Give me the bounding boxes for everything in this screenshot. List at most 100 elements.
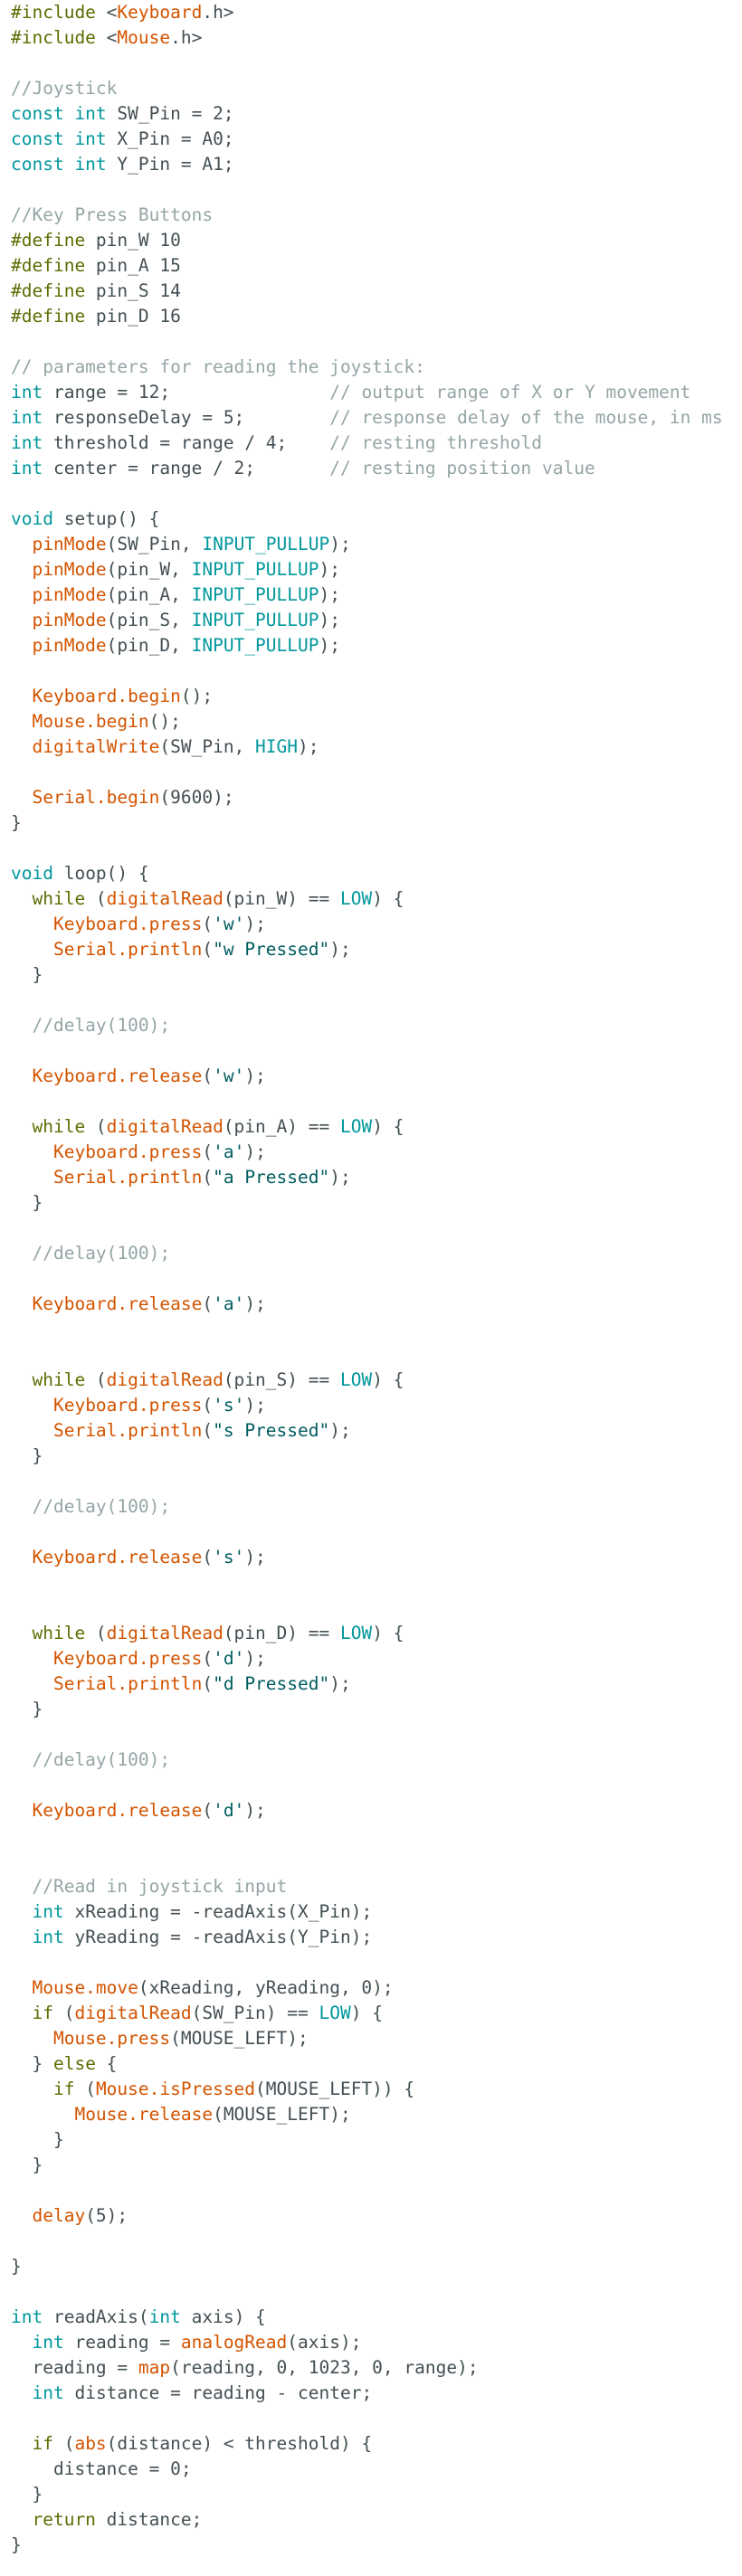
code-token: reading =	[63, 2332, 181, 2353]
code-token: // resting threshold	[329, 432, 543, 453]
code-token: pinMode	[32, 534, 107, 554]
code-token: int	[148, 2306, 181, 2327]
code-line: //Read in joystick input	[11, 1874, 735, 1899]
code-line-text: // parameters for reading the joystick:	[11, 356, 425, 377]
code-token: Serial.println	[52, 1420, 203, 1441]
code-token: "d Pressed"	[213, 1673, 330, 1694]
code-token: Mouse.move	[32, 1977, 138, 1998]
code-line: int distance = reading - center;	[11, 2381, 735, 2406]
code-token: (pin_W) ==	[223, 888, 340, 909]
code-token: pinMode	[32, 559, 107, 580]
code-line: const int X_Pin = A0;	[11, 127, 735, 152]
code-line-text: #define pin_A 15	[11, 255, 181, 276]
code-line-text: //Read in joystick input	[11, 1876, 287, 1897]
code-line-text: int yReading = -readAxis(Y_Pin);	[11, 1927, 372, 1947]
code-line-text: }	[11, 2155, 43, 2175]
code-token: <	[95, 2, 118, 23]
code-line-text: #include <Keyboard.h>	[11, 2, 234, 23]
code-token: (axis);	[287, 2332, 362, 2353]
code-token: else	[52, 2053, 96, 2074]
code-editor[interactable]: #include <Keyboard.h> #include <Mouse.h> /…	[11, 0, 735, 2558]
code-line: Keyboard.release('a');	[11, 1292, 735, 1317]
code-token: #include	[11, 2, 96, 23]
code-line-text: void loop() {	[11, 863, 149, 884]
code-line: }	[11, 810, 735, 836]
code-line: if (abs(distance) < threshold) {	[11, 2431, 735, 2457]
code-token: 'w'	[213, 1065, 245, 1086]
code-line-text: //Key Press Buttons	[11, 204, 213, 225]
code-token: ();	[180, 686, 214, 706]
code-line: void setup() {	[11, 507, 735, 532]
code-token: Mouse.begin	[32, 711, 149, 732]
code-line-text: int responseDelay = 5; // response delay…	[11, 407, 723, 428]
code-token: 'a'	[213, 1141, 245, 1162]
code-token: 'a'	[213, 1293, 245, 1314]
code-token: Keyboard.press	[52, 1395, 203, 1416]
code-token: );	[244, 1395, 266, 1416]
code-token: (xReading, yReading, 0);	[138, 1977, 394, 1998]
code-line: #include <Keyboard.h>	[11, 0, 735, 25]
code-line: Mouse.press(MOUSE_LEFT);	[11, 2026, 735, 2051]
code-token: (pin_W,	[106, 559, 192, 580]
code-token: //delay(100);	[32, 1243, 171, 1264]
code-line: Mouse.move(xReading, yReading, 0);	[11, 1975, 735, 2001]
code-line: #define pin_A 15	[11, 253, 735, 279]
code-token: Serial.println	[52, 1167, 203, 1188]
code-line-text: Keyboard.release('s');	[11, 1547, 265, 1567]
code-line-text: Mouse.release(MOUSE_LEFT);	[11, 2104, 350, 2125]
code-line-text: }	[11, 964, 43, 985]
code-line-text: int xReading = -readAxis(X_Pin);	[11, 1901, 372, 1922]
code-token: (	[85, 1623, 107, 1643]
code-token: int	[11, 382, 43, 402]
code-token: }	[11, 2129, 64, 2150]
code-line: Keyboard.begin();	[11, 684, 735, 709]
code-line: int responseDelay = 5; // response delay…	[11, 405, 735, 431]
code-token: .h>	[202, 2, 234, 23]
code-token: "s Pressed"	[213, 1420, 330, 1441]
code-token: (	[85, 1116, 107, 1137]
code-line: while (digitalRead(pin_W) == LOW) {	[11, 886, 735, 912]
code-token: (MOUSE_LEFT)) {	[255, 2079, 415, 2099]
code-token: (	[202, 914, 214, 934]
code-token: );	[244, 914, 266, 934]
code-token: digitalWrite	[32, 736, 160, 757]
code-line-text: Serial.println("w Pressed");	[11, 939, 351, 960]
code-line: int threshold = range / 4; // resting th…	[11, 431, 735, 456]
code-token: int	[32, 2332, 64, 2353]
code-token: (	[202, 1673, 214, 1694]
code-token: );	[319, 584, 340, 605]
code-token: );	[244, 1293, 266, 1314]
code-token: (	[202, 1648, 214, 1669]
code-line-text: Keyboard.press('w');	[11, 914, 266, 934]
code-token: (	[202, 939, 214, 960]
code-line-text: #define pin_D 16	[11, 306, 181, 327]
code-line-text: Serial.println("a Pressed");	[11, 1167, 351, 1188]
code-line: reading = map(reading, 0, 1023, 0, range…	[11, 2355, 735, 2381]
code-token: (pin_D,	[106, 635, 192, 656]
code-line: const int Y_Pin = A1;	[11, 152, 735, 177]
code-token: );	[298, 736, 319, 757]
code-token: Mouse.isPressed	[95, 2079, 256, 2099]
code-token: while	[32, 1369, 86, 1390]
code-token: (	[52, 2433, 75, 2454]
code-token: distance = 0;	[11, 2458, 192, 2479]
code-line-text: digitalWrite(SW_Pin, HIGH);	[11, 736, 319, 757]
code-line-text: Keyboard.release('w');	[11, 1065, 265, 1086]
